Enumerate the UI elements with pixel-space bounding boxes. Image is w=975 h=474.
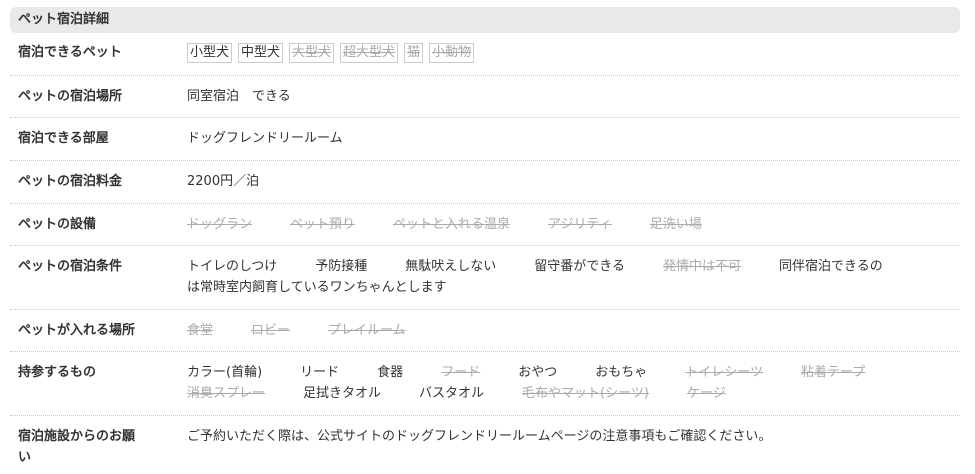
condition-item: トイレのしつけ	[187, 259, 278, 274]
row-pets: 宿泊できるペット 小型犬 中型犬 大型犬 超大型犬 猫 小動物	[10, 35, 960, 76]
area-list: 食堂 ロビー プレイルーム	[187, 320, 962, 341]
facility-item: アジリティ	[548, 217, 612, 232]
condition-list: トイレのしつけ 予防接種 無駄吠えしない 留守番ができる 発情中は不可 同伴宿泊…	[187, 256, 962, 298]
bring-item: フード	[441, 365, 481, 380]
bring-item: リード	[300, 365, 340, 380]
row-value: ご予約いただく際は、公式サイトのドッグフレンドリールームページの注意事項もご確認…	[187, 429, 772, 444]
facility-item: ドッグラン	[187, 217, 253, 232]
pet-tag: 猫	[404, 43, 424, 63]
row-label-line2: い	[18, 450, 32, 465]
bring-item: 消臭スプレー	[187, 386, 266, 401]
area-item: 食堂	[187, 323, 214, 338]
row-bring: 持参するもの カラー(首輪) リード 食器 フード おやつ おもちゃ トイレシー…	[10, 352, 960, 416]
bring-item: バスタオル	[419, 386, 485, 401]
row-value: ドッグフレンドリールーム	[187, 131, 343, 146]
condition-item: 予防接種	[315, 259, 368, 274]
section-title: ペット宿泊詳細	[10, 7, 960, 33]
bring-item: おもちゃ	[595, 365, 648, 380]
bring-item: 食器	[377, 365, 404, 380]
row-value: 同室宿泊 できる	[187, 89, 291, 104]
row-request: 宿泊施設からのお願 い ご予約いただく際は、公式サイトのドッグフレンドリールーム…	[10, 416, 960, 474]
bring-item: おやつ	[518, 365, 558, 380]
bring-item: ケージ	[686, 386, 726, 401]
row-label: ペットの宿泊場所	[18, 89, 123, 104]
row-label: 宿泊施設からのお願 い	[18, 426, 178, 468]
condition-item: 無駄吠えしない	[405, 259, 497, 274]
condition-note: 同伴宿泊できるの	[779, 259, 883, 274]
row-fee: ペットの宿泊料金 2200円／泊	[10, 161, 960, 204]
row-label: 宿泊できるペット	[18, 45, 122, 60]
row-label: ペットの宿泊条件	[18, 259, 123, 274]
pet-tag: 中型犬	[238, 43, 284, 63]
row-label: ペットの設備	[18, 217, 97, 232]
row-label: ペットの宿泊料金	[18, 174, 123, 189]
row-facilities: ペットの設備 ドッグラン ペット預り ペットと入れる温泉 アジリティ 足洗い場	[10, 204, 960, 246]
pet-tag: 大型犬	[289, 43, 335, 63]
facility-item: 足洗い場	[649, 217, 702, 232]
row-areas: ペットが入れる場所 食堂 ロビー プレイルーム	[10, 310, 960, 352]
facility-list: ドッグラン ペット預り ペットと入れる温泉 アジリティ 足洗い場	[187, 214, 962, 235]
bring-item: 粘着テープ	[800, 365, 866, 380]
row-room: 宿泊できる部屋 ドッグフレンドリールーム	[10, 118, 960, 161]
bring-list: カラー(首輪) リード 食器 フード おやつ おもちゃ トイレシーツ 粘着テープ…	[187, 362, 962, 404]
condition-item: 留守番ができる	[534, 259, 626, 274]
row-label: 宿泊できる部屋	[18, 131, 109, 146]
facility-item: ペット預り	[290, 217, 356, 232]
condition-note-cont: は常時室内飼育しているワンちゃんとします	[187, 280, 447, 295]
row-value: 2200円／泊	[187, 174, 260, 189]
row-label-line1: 宿泊施設からのお願	[18, 429, 136, 444]
pet-tags: 小型犬 中型犬 大型犬 超大型犬 猫 小動物	[187, 43, 960, 63]
row-place: ペットの宿泊場所 同室宿泊 できる	[10, 76, 960, 118]
bring-item: 足拭きタオル	[303, 386, 382, 401]
area-item: ロビー	[251, 323, 291, 338]
bring-item: トイレシーツ	[685, 365, 763, 380]
bring-item: 毛布やマット(シーツ)	[522, 386, 649, 401]
bring-item: カラー(首輪)	[187, 365, 263, 380]
pet-tag: 小型犬	[187, 43, 233, 63]
row-label: ペットが入れる場所	[18, 323, 136, 338]
condition-item: 発情中は不可	[663, 259, 742, 274]
row-label: 持参するもの	[18, 365, 97, 380]
pet-tag: 小動物	[429, 43, 475, 63]
facility-item: ペットと入れる温泉	[393, 217, 511, 232]
row-conditions: ペットの宿泊条件 トイレのしつけ 予防接種 無駄吠えしない 留守番ができる 発情…	[10, 246, 960, 310]
pet-tag: 超大型犬	[340, 43, 399, 63]
area-item: プレイルーム	[328, 323, 406, 338]
